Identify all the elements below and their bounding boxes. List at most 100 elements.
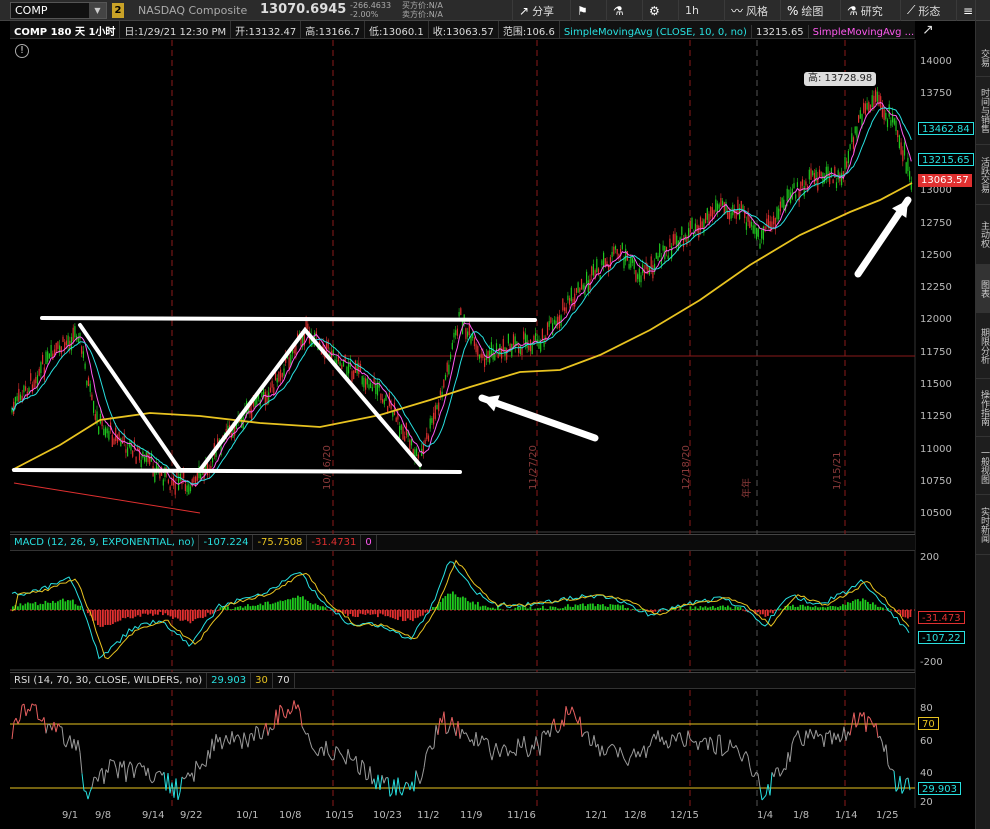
macd-histogram-bar (809, 606, 812, 610)
macd-histogram-bar (757, 610, 759, 612)
macd-histogram-bar (694, 606, 697, 610)
tab-charts[interactable]: 图表 (976, 265, 990, 313)
candle-body (106, 428, 108, 434)
macd-title[interactable]: MACD (12, 26, 9, EXPONENTIAL, no) (10, 535, 200, 550)
candle-body (45, 351, 47, 365)
rsi-line-segment (857, 712, 861, 724)
macd-histogram-bar (609, 604, 612, 610)
macd-histogram-bar (544, 608, 547, 610)
macd-histogram-bar (507, 609, 509, 610)
candle-body (261, 391, 263, 397)
tab-options[interactable]: 主动权 (976, 205, 990, 265)
rsi-line-segment (797, 730, 801, 739)
candle-body (706, 208, 708, 220)
candle-body (846, 161, 848, 168)
tab-general[interactable]: 一般视图 (976, 437, 990, 495)
macd-histogram-bar (299, 597, 302, 610)
candle-body (730, 212, 732, 219)
tab-analysis[interactable]: 期限分析 (976, 313, 990, 379)
candle-body (676, 235, 678, 246)
candle-body (99, 414, 101, 424)
candle-body (541, 329, 543, 340)
macd-histogram-bar (99, 610, 102, 627)
rsi-line-segment (91, 776, 95, 788)
rsi-line-segment (261, 729, 265, 740)
rsi-line-segment (199, 763, 203, 770)
candle-body (715, 199, 717, 212)
rsi-title[interactable]: RSI (14, 70, 30, CLOSE, WILDERS, no) (10, 673, 208, 688)
macd-histogram-bar (267, 601, 269, 610)
macd-histogram-bar (369, 610, 372, 615)
candle-body (473, 337, 475, 347)
rsi-line-segment (841, 726, 845, 739)
candle-body (756, 227, 758, 240)
tab-active-trader[interactable]: 活跃交易 (976, 145, 990, 205)
macd-histogram-bar (794, 606, 797, 610)
price-axis-label: 11500 (920, 379, 952, 390)
candle-body (750, 221, 753, 227)
candle-body (113, 438, 115, 445)
rsi-line-segment (337, 748, 341, 753)
rsi-line-segment (619, 747, 623, 754)
rsi-line-segment (25, 708, 29, 717)
macd-histogram-bar (129, 610, 132, 619)
macd-histogram-bar (274, 602, 277, 610)
macd-histogram-bar (897, 610, 899, 612)
rsi-line-segment (885, 744, 889, 765)
tab-guide[interactable]: 操作指南 (976, 379, 990, 437)
macd-histogram-bar (414, 610, 417, 619)
rsi-line-segment (103, 769, 107, 784)
candle-body (898, 135, 900, 149)
rsi-line-segment (397, 777, 401, 792)
chart-canvas[interactable]: 10/16/20 11/27/20 12/18/20 年年 1/15/21 (0, 0, 990, 829)
tab-news[interactable]: 实时新闻 (976, 495, 990, 555)
candle-body (365, 378, 367, 390)
rsi-line-segment (253, 726, 257, 741)
rsi-line-segment (533, 736, 537, 750)
candle-body (705, 213, 707, 224)
candle-body (171, 479, 173, 486)
candle-body (720, 198, 722, 207)
macd-histogram-bar (639, 609, 642, 610)
rsi-line-segment (383, 777, 387, 784)
tab-time-sales[interactable]: 时间与销售 (976, 77, 990, 145)
rsi-line-segment (639, 750, 643, 758)
macd-histogram-bar (107, 610, 109, 625)
candle-body (346, 366, 348, 376)
macd-diff: -31.4731 (307, 535, 362, 550)
price-axis-label: 13750 (920, 88, 952, 100)
macd-histogram-bar (72, 599, 74, 610)
rsi-line-segment (423, 753, 427, 768)
candle-body (101, 421, 103, 427)
rsi-line-segment (73, 738, 77, 751)
candle-body (546, 322, 549, 336)
candle-body (348, 362, 350, 374)
candle-body (526, 335, 528, 349)
candle-body (410, 438, 413, 446)
candle-body (907, 157, 909, 171)
macd-avg: -75.7508 (253, 535, 308, 550)
macd-histogram-bar (399, 610, 402, 617)
candle-body (370, 382, 372, 389)
candle-body (439, 390, 441, 396)
candle-body (375, 383, 377, 394)
candle-body (371, 387, 373, 392)
macd-histogram-bar (872, 602, 874, 610)
macd-histogram-bar (714, 607, 717, 610)
candle-body (475, 343, 477, 353)
rsi-line-segment (395, 777, 399, 796)
candle-body (611, 251, 613, 258)
macd-histogram-bar (477, 601, 479, 610)
macd-histogram-bar (289, 599, 292, 610)
candle-body (832, 179, 834, 184)
tab-trade[interactable]: 交易 (976, 39, 990, 77)
rsi-line-segment (881, 741, 885, 752)
macd-histogram-bar (909, 610, 912, 618)
candle-body (827, 166, 829, 179)
candle-body (438, 402, 440, 412)
rsi-line-segment (361, 759, 365, 764)
candle-body (808, 169, 810, 180)
macd-histogram-bar (737, 607, 739, 610)
rsi-line-segment (635, 751, 639, 758)
rsi-line-segment (393, 779, 397, 796)
